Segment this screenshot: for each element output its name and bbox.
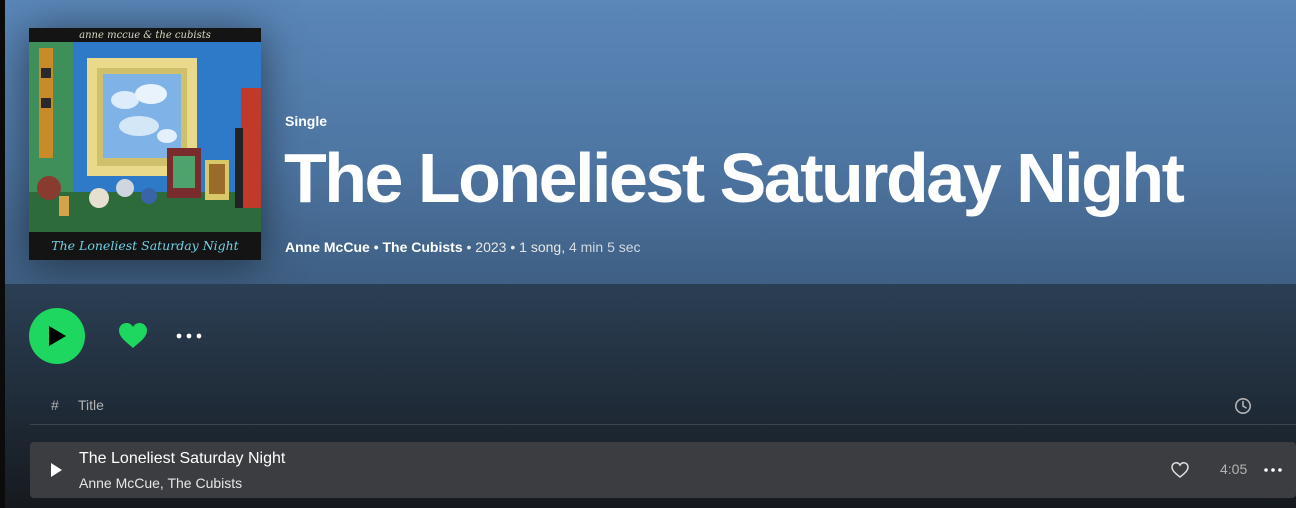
more-horizontal-icon[interactable]	[1262, 460, 1284, 480]
track-title[interactable]: The Loneliest Saturday Night	[79, 450, 285, 468]
clock-icon	[1235, 398, 1251, 414]
cover-bottom-text: The Loneliest Saturday Night	[51, 238, 239, 253]
play-button[interactable]	[29, 308, 85, 364]
column-title-header: Title	[78, 397, 104, 413]
track-artists[interactable]: Anne McCue, The Cubists	[79, 475, 242, 491]
album-cover-art	[29, 28, 261, 260]
artist-link[interactable]: Anne McCue	[285, 239, 370, 255]
meta-separator: •	[510, 239, 520, 255]
track-duration: 4:05	[1220, 461, 1248, 477]
album-meta: Anne McCue • The Cubists • 2023 • 1 song…	[285, 239, 641, 255]
column-number-header: #	[51, 397, 59, 413]
release-type-label: Single	[285, 113, 328, 129]
play-icon	[49, 326, 66, 346]
release-year: 2023	[475, 239, 507, 255]
heart-filled-icon[interactable]	[117, 320, 149, 352]
meta-separator: •	[466, 239, 476, 255]
heart-outline-icon[interactable]	[1170, 460, 1190, 480]
album-cover: anne mccue & the cubists The Loneliest S…	[29, 28, 261, 260]
track-row[interactable]: The Loneliest Saturday Night Anne McCue,…	[30, 442, 1296, 498]
tracklist-divider	[30, 424, 1296, 425]
sidebar-edge	[0, 0, 5, 508]
song-count: 1 song	[519, 239, 562, 255]
cover-top-text: anne mccue & the cubists	[79, 30, 211, 41]
artist-link[interactable]: The Cubists	[382, 239, 462, 255]
more-horizontal-icon[interactable]	[175, 324, 205, 348]
total-duration: 4 min 5 sec	[568, 239, 641, 255]
meta-comma: ,	[561, 239, 569, 255]
play-icon[interactable]	[48, 461, 64, 479]
album-title: The Loneliest Saturday Night	[284, 139, 1185, 217]
